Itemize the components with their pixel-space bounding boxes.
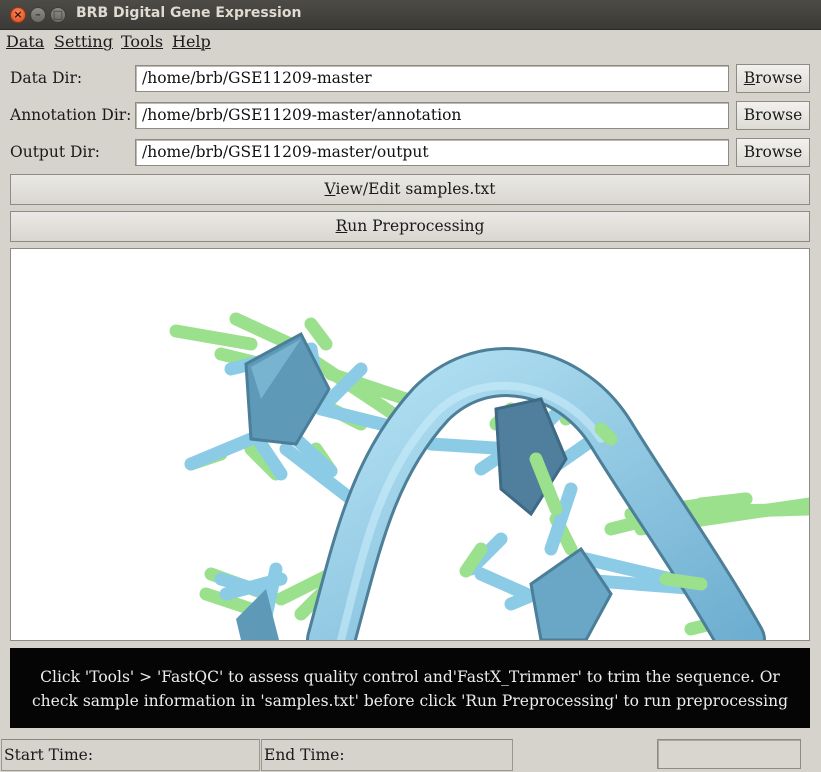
molecule-illustration — [169, 312, 809, 640]
run-mnemonic: R — [335, 217, 348, 235]
output-dir-browse-button[interactable]: Browse — [736, 138, 810, 167]
end-time-status: End Time: — [261, 739, 513, 771]
run-preprocessing-button[interactable]: Run Preprocessing — [10, 211, 810, 242]
view-edit-label: iew/Edit samples.txt — [335, 180, 496, 198]
menu-bar: Data Setting Tools Help — [0, 30, 821, 54]
menu-setting[interactable]: Setting — [54, 32, 113, 51]
data-dir-input[interactable]: /home/brb/GSE11209-master — [135, 65, 729, 92]
annotation-dir-input[interactable]: /home/brb/GSE11209-master/annotation — [135, 102, 729, 129]
instruction-message: Click 'Tools' > 'FastQC' to assess quali… — [10, 648, 810, 728]
output-dir-label: Output Dir: — [10, 143, 100, 161]
message-line-1: Click 'Tools' > 'FastQC' to assess quali… — [40, 668, 780, 686]
view-edit-mnemonic: V — [324, 180, 336, 198]
data-dir-browse-button[interactable]: Browse — [736, 64, 810, 93]
menu-tools[interactable]: Tools — [121, 32, 163, 51]
data-dir-label: Data Dir: — [10, 69, 83, 87]
run-preprocessing-label: un Preprocessing — [347, 217, 485, 235]
browse-mnemonic: B — [743, 69, 756, 87]
menu-data[interactable]: Data — [6, 32, 44, 51]
annotation-dir-browse-button[interactable]: Browse — [736, 101, 810, 130]
start-time-status: Start Time: — [1, 739, 260, 771]
molecule-image — [10, 248, 810, 641]
annotation-dir-label: Annotation Dir: — [10, 106, 132, 124]
message-line-2: check sample information in 'samples.txt… — [32, 692, 788, 710]
progress-bar — [657, 739, 801, 769]
title-bar: × – □ BRB Digital Gene Expression — [0, 0, 821, 30]
close-window-button[interactable]: × — [10, 7, 26, 23]
minimize-window-button[interactable]: – — [30, 7, 46, 23]
view-edit-samples-button[interactable]: View/Edit samples.txt — [10, 174, 810, 205]
window-title: BRB Digital Gene Expression — [76, 5, 302, 21]
maximize-window-button[interactable]: □ — [50, 7, 66, 23]
browse-label-rest: rowse — [755, 69, 803, 87]
menu-help[interactable]: Help — [172, 32, 211, 51]
output-dir-input[interactable]: /home/brb/GSE11209-master/output — [135, 139, 729, 166]
